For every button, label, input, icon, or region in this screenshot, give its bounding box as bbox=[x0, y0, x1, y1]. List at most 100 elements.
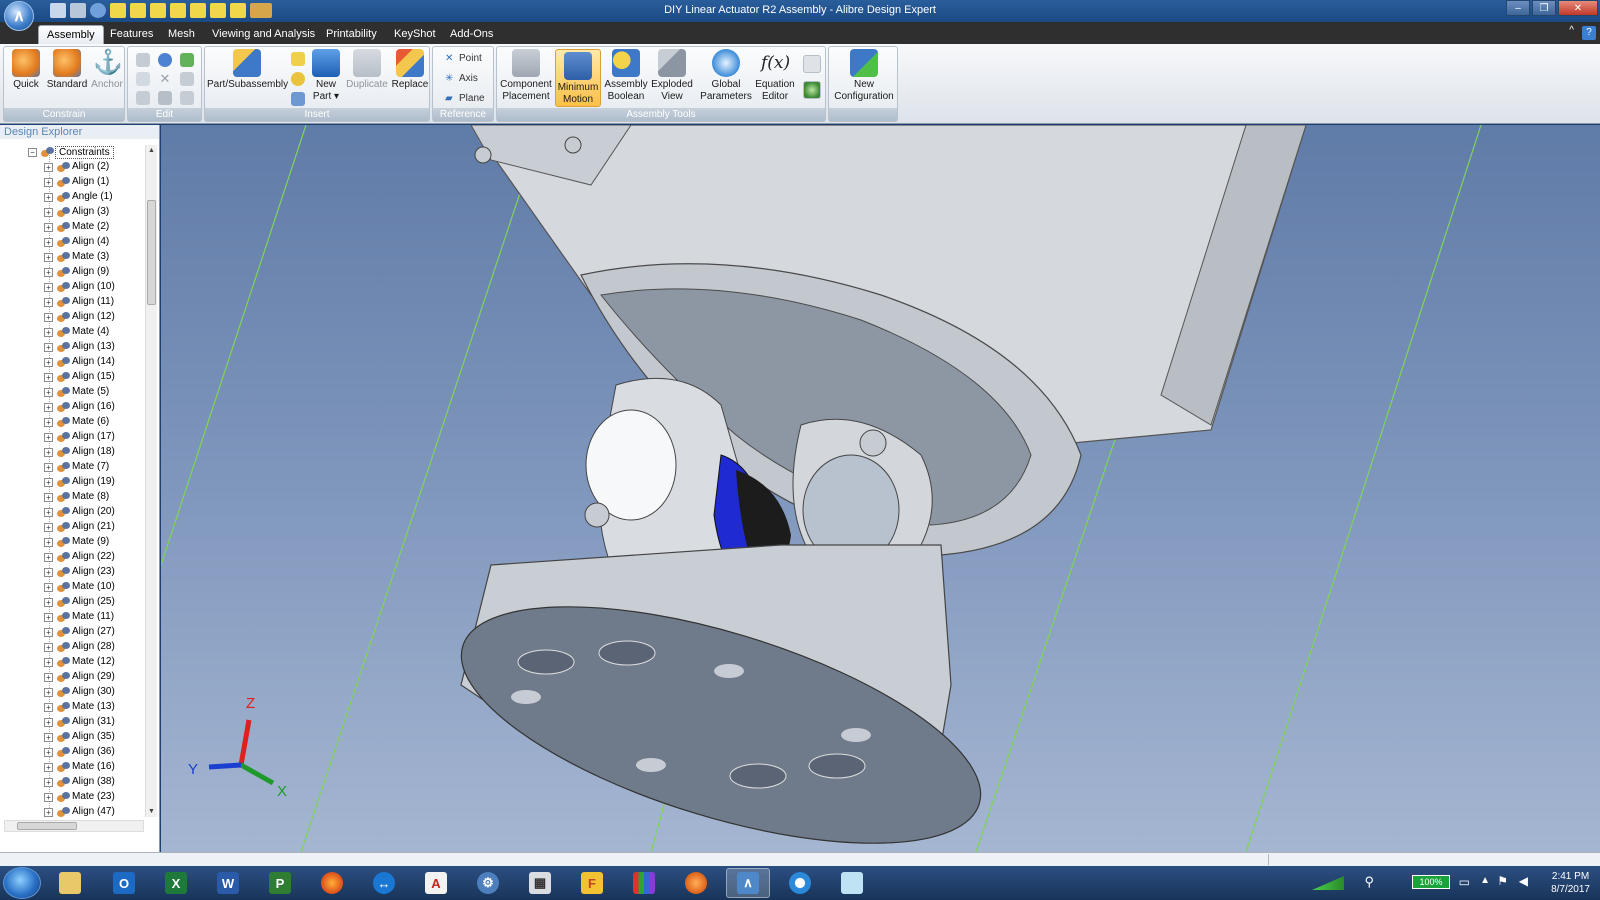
expand-icon[interactable]: + bbox=[44, 313, 53, 322]
alibre-app[interactable]: ∧ bbox=[726, 868, 770, 898]
expand-icon[interactable]: + bbox=[44, 808, 53, 817]
axis-button[interactable]: ✳ Axis bbox=[445, 73, 478, 84]
tree-item[interactable]: + Align (28) bbox=[4, 640, 147, 655]
new-part-button[interactable]: New Part ▾ bbox=[311, 49, 341, 103]
notes-app[interactable] bbox=[830, 868, 874, 898]
tab-keyshot[interactable]: KeyShot bbox=[386, 25, 444, 44]
tree-item[interactable]: + Align (23) bbox=[4, 565, 147, 580]
tree-item[interactable]: + Align (38) bbox=[4, 775, 147, 790]
expand-icon[interactable]: + bbox=[44, 733, 53, 742]
expand-icon[interactable]: + bbox=[44, 433, 53, 442]
tree-item[interactable]: + Mate (3) bbox=[4, 250, 147, 265]
expand-icon[interactable]: + bbox=[44, 583, 53, 592]
edit-icon-8[interactable] bbox=[180, 91, 194, 105]
minimum-motion-button[interactable]: Minimum Motion bbox=[555, 49, 601, 107]
edit-icon-5[interactable] bbox=[180, 72, 194, 86]
delete-icon[interactable]: ✕ bbox=[158, 72, 172, 86]
tree-item[interactable]: + Mate (8) bbox=[4, 490, 147, 505]
tree-item[interactable]: + Align (35) bbox=[4, 730, 147, 745]
tree-item[interactable]: + Mate (13) bbox=[4, 700, 147, 715]
tree-item[interactable]: + Mate (9) bbox=[4, 535, 147, 550]
3d-viewport[interactable]: Z X Y bbox=[161, 125, 1600, 852]
assembly-boolean-button[interactable]: Assembly Boolean bbox=[603, 49, 649, 103]
tree-item[interactable]: + Mate (10) bbox=[4, 580, 147, 595]
parameters-table-icon[interactable] bbox=[803, 55, 821, 73]
monitor-icon[interactable]: ▭ bbox=[1459, 875, 1470, 889]
edit-icon-4[interactable] bbox=[136, 72, 150, 86]
expand-icon[interactable]: + bbox=[44, 208, 53, 217]
tree-item[interactable]: + Align (4) bbox=[4, 235, 147, 250]
tree-item[interactable]: + Mate (6) bbox=[4, 415, 147, 430]
calculator-app[interactable]: ▦ bbox=[518, 868, 562, 898]
exploded-view-button[interactable]: Exploded View bbox=[649, 49, 695, 103]
battery-indicator[interactable]: 100% bbox=[1412, 875, 1450, 889]
tree-item[interactable]: + Align (29) bbox=[4, 670, 147, 685]
tab-printability[interactable]: Printability bbox=[318, 25, 385, 44]
plane-button[interactable]: ▰ Plane bbox=[445, 93, 485, 104]
tree-item[interactable]: + Mate (23) bbox=[4, 790, 147, 805]
chart-app[interactable] bbox=[622, 868, 666, 898]
tree-item[interactable]: + Align (19) bbox=[4, 475, 147, 490]
expand-icon[interactable]: + bbox=[44, 283, 53, 292]
excel-app[interactable]: X bbox=[154, 868, 198, 898]
expand-icon[interactable]: + bbox=[44, 553, 53, 562]
file-explorer-app[interactable] bbox=[48, 868, 92, 898]
tree-item[interactable]: + Mate (5) bbox=[4, 385, 147, 400]
tree-item[interactable]: + Align (31) bbox=[4, 715, 147, 730]
gear-icon[interactable] bbox=[291, 72, 305, 86]
expand-icon[interactable]: + bbox=[44, 448, 53, 457]
replace-button[interactable]: Replace bbox=[391, 49, 429, 91]
blender-app[interactable] bbox=[674, 868, 718, 898]
expand-icon[interactable]: + bbox=[44, 793, 53, 802]
edit-icon-3[interactable] bbox=[180, 53, 194, 67]
expand-icon[interactable]: + bbox=[44, 628, 53, 637]
pattern-icon[interactable] bbox=[291, 52, 305, 66]
tree-item[interactable]: + Align (10) bbox=[4, 280, 147, 295]
expand-icon[interactable]: + bbox=[44, 268, 53, 277]
expand-icon[interactable]: + bbox=[44, 763, 53, 772]
expand-icon[interactable]: + bbox=[44, 613, 53, 622]
tab-features[interactable]: Features bbox=[102, 25, 161, 44]
expand-icon[interactable]: + bbox=[44, 493, 53, 502]
minimize-button[interactable]: ‒ bbox=[1506, 0, 1530, 16]
tree-item[interactable]: + Mate (4) bbox=[4, 325, 147, 340]
collapse-icon[interactable]: − bbox=[28, 148, 37, 157]
tree-item[interactable]: + Align (12) bbox=[4, 310, 147, 325]
expand-icon[interactable]: + bbox=[44, 403, 53, 412]
expand-icon[interactable]: + bbox=[44, 418, 53, 427]
outlook-app[interactable]: O bbox=[102, 868, 146, 898]
tree-item[interactable]: + Align (25) bbox=[4, 595, 147, 610]
tree-item[interactable]: + Align (13) bbox=[4, 340, 147, 355]
anchor-button[interactable]: ⚓ Anchor bbox=[90, 49, 124, 91]
tree-item[interactable]: + Align (1) bbox=[4, 175, 147, 190]
expand-icon[interactable]: + bbox=[44, 193, 53, 202]
edit-icon-6[interactable] bbox=[136, 91, 150, 105]
tree-item[interactable]: + Align (47) bbox=[4, 805, 147, 817]
teamviewer-app[interactable]: ↔ bbox=[362, 868, 406, 898]
expand-icon[interactable]: + bbox=[44, 688, 53, 697]
equation-editor-button[interactable]: f(x) Equation Editor bbox=[753, 49, 797, 103]
expand-icon[interactable]: + bbox=[44, 538, 53, 547]
settings-app[interactable]: ⚙ bbox=[466, 868, 510, 898]
close-button[interactable]: ✕ bbox=[1558, 0, 1598, 16]
scroll-up-icon[interactable]: ▲ bbox=[148, 147, 155, 154]
tree-item[interactable]: + Align (22) bbox=[4, 550, 147, 565]
volume-icon[interactable]: ◀ bbox=[1519, 874, 1528, 888]
tree-item[interactable]: + Mate (2) bbox=[4, 220, 147, 235]
expand-icon[interactable]: + bbox=[44, 163, 53, 172]
expand-icon[interactable]: + bbox=[44, 388, 53, 397]
tree-item[interactable]: + Align (30) bbox=[4, 685, 147, 700]
expand-icon[interactable]: + bbox=[44, 238, 53, 247]
expand-icon[interactable]: + bbox=[44, 673, 53, 682]
part-subassembly-button[interactable]: Part/Subassembly bbox=[207, 49, 288, 91]
expand-icon[interactable]: + bbox=[44, 223, 53, 232]
tree-item[interactable]: + Align (18) bbox=[4, 445, 147, 460]
expand-icon[interactable]: + bbox=[44, 598, 53, 607]
expand-icon[interactable]: + bbox=[44, 703, 53, 712]
duplicate-button[interactable]: Duplicate bbox=[345, 49, 389, 91]
help-icon[interactable]: ? bbox=[1582, 26, 1596, 40]
globe-green-icon[interactable] bbox=[803, 81, 821, 99]
start-button[interactable] bbox=[3, 867, 41, 899]
new-configuration-button[interactable]: New Configuration bbox=[831, 49, 897, 103]
quick-constraint-button[interactable]: Quick bbox=[8, 49, 44, 91]
